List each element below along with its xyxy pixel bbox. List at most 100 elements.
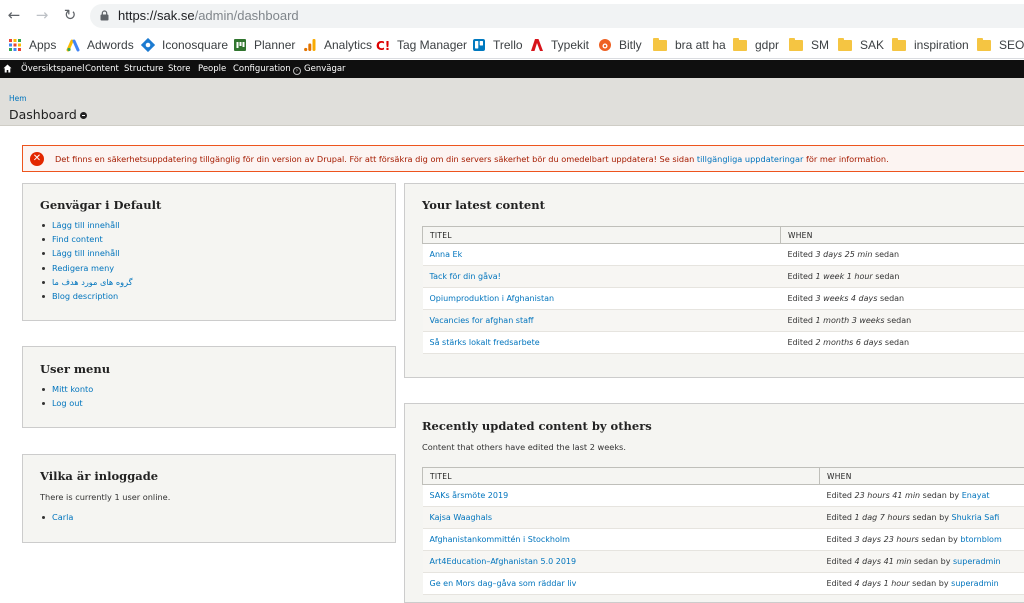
toolbar-structure[interactable]: Structure	[124, 64, 164, 74]
folder-icon	[653, 40, 667, 51]
security-alert: ✕ Det finns en säkerhetsuppdatering till…	[22, 145, 1024, 172]
typekit-icon	[530, 38, 544, 52]
reload-icon[interactable]: ↻	[61, 6, 79, 24]
back-arrow-icon[interactable]: ←	[5, 6, 23, 24]
error-icon: ✕	[30, 152, 44, 166]
my-account-link[interactable]: Mitt konto	[52, 384, 93, 398]
content-title-link[interactable]: Vacancies for afghan staff	[430, 316, 534, 325]
content-title-link[interactable]: Kajsa Waaghals	[430, 513, 493, 522]
edited-when: Edited 3 days 25 min sedan	[781, 244, 1024, 266]
bookmark-folder-sak[interactable]: SAK	[838, 37, 884, 53]
add-shortcut-icon[interactable]	[80, 112, 87, 119]
edited-when: Edited 4 days 1 hour sedan by superadmin	[820, 573, 1024, 595]
bookmark-tag-manager[interactable]: C! Tag Manager	[376, 37, 467, 53]
column-header-when: WHEN	[781, 227, 1024, 244]
editor-user-link[interactable]: superadmin	[951, 579, 999, 588]
available-updates-link[interactable]: tillgängliga uppdateringar	[697, 154, 803, 164]
bookmark-trello[interactable]: Trello	[472, 37, 523, 53]
folder-icon	[977, 40, 991, 51]
page-title: Dashboard	[9, 107, 77, 122]
edited-when: Edited 2 months 6 days sedan	[781, 332, 1024, 354]
bookmark-planner[interactable]: Planner	[233, 37, 295, 53]
content-title-link[interactable]: Anna Ek	[430, 250, 463, 259]
bookmark-folder-seo[interactable]: SEO	[977, 37, 1024, 53]
who-is-online-panel: Vilka är inloggade There is currently 1 …	[22, 454, 396, 543]
table-row: Opiumproduktion i Afghanistan Edited 3 w…	[423, 288, 1024, 310]
bookmark-folder-inspiration[interactable]: inspiration	[892, 37, 969, 53]
content-title-link[interactable]: Ge en Mors dag–gåva som räddar liv	[430, 579, 577, 588]
editor-user-link[interactable]: Shukria Safi	[952, 513, 1000, 522]
online-count-text: There is currently 1 user online.	[40, 492, 170, 502]
lock-icon	[100, 10, 109, 21]
edited-when: Edited 3 weeks 4 days sedan	[781, 288, 1024, 310]
editor-user-link[interactable]: Enayat	[962, 491, 990, 500]
user-menu-list: Mitt konto Log out	[52, 384, 93, 412]
bookmark-folder-sm[interactable]: SM	[789, 37, 829, 53]
shortcuts-toggle-icon: ›	[293, 67, 301, 75]
online-user-link[interactable]: Carla	[52, 512, 73, 526]
edited-when: Edited 1 week 1 hour sedan	[781, 266, 1024, 288]
page-header: Hem Dashboard	[0, 78, 1024, 126]
toolbar-dashboard[interactable]: Översiktspanel	[21, 64, 85, 74]
url-text[interactable]: https://sak.se/admin/dashboard	[118, 8, 299, 23]
shortcut-link[interactable]: Lägg till innehåll	[52, 220, 133, 234]
user-menu-title: User menu	[40, 362, 110, 376]
home-icon[interactable]	[3, 64, 12, 73]
alert-message: Det finns en säkerhetsuppdatering tillgä…	[55, 154, 889, 164]
shortcuts-list: Lägg till innehåll Find content Lägg til…	[52, 220, 133, 305]
bookmark-adwords[interactable]: Adwords	[66, 37, 134, 53]
toolbar-content[interactable]: Content	[85, 64, 119, 74]
bookmark-label: gdpr	[755, 38, 779, 52]
bookmark-label: Apps	[29, 38, 56, 52]
breadcrumb-home[interactable]: Hem	[9, 94, 27, 103]
shortcuts-label: Genvägar	[304, 64, 346, 74]
bookmark-analytics[interactable]: Analytics	[303, 37, 372, 53]
shortcut-link[interactable]: Lägg till innehåll	[52, 248, 133, 262]
toolbar-people[interactable]: People	[198, 64, 226, 74]
toolbar-shortcuts[interactable]: ›Genvägar	[293, 64, 346, 75]
bookmark-iconosquare[interactable]: Iconosquare	[141, 37, 228, 53]
bookmark-apps[interactable]: Apps	[8, 37, 56, 53]
edited-when: Edited 4 days 41 min sedan by superadmin	[820, 551, 1024, 573]
bookmark-label: bra att ha	[675, 38, 726, 52]
bookmark-label: Iconosquare	[162, 38, 228, 52]
content-title-link[interactable]: Så stärks lokalt fredsarbete	[430, 338, 540, 347]
shortcut-link[interactable]: گروه های مورد هدف ما	[52, 277, 133, 291]
log-out-link[interactable]: Log out	[52, 398, 93, 412]
bookmark-typekit[interactable]: Typekit	[530, 37, 589, 53]
shortcut-link[interactable]: Find content	[52, 234, 133, 248]
table-row: Vacancies for afghan staff Edited 1 mont…	[423, 310, 1024, 332]
latest-content-panel: Your latest content TITEL WHEN Anna Ek E…	[404, 183, 1024, 378]
forward-arrow-icon[interactable]: →	[33, 6, 51, 24]
toolbar-configuration[interactable]: Configuration	[233, 64, 291, 74]
user-menu-panel: User menu Mitt konto Log out	[22, 346, 396, 428]
bookmark-label: SM	[811, 38, 829, 52]
iconosquare-icon	[141, 38, 155, 52]
shortcuts-panel-title: Genvägar i Default	[40, 198, 161, 212]
toolbar-store[interactable]: Store	[168, 64, 190, 74]
content-title-link[interactable]: Tack för din gåva!	[430, 272, 501, 281]
content-title-link[interactable]: Afghanistankommittén i Stockholm	[430, 535, 570, 544]
content-title-link[interactable]: Opiumproduktion i Afghanistan	[430, 294, 555, 303]
bookmark-label: Tag Manager	[397, 38, 467, 52]
bookmark-label: Trello	[493, 38, 523, 52]
recent-content-description: Content that others have edited the last…	[422, 442, 626, 452]
bookmark-label: SEO	[999, 38, 1024, 52]
table-row: Art4Education–Afghanistan 5.0 2019 Edite…	[423, 551, 1024, 573]
table-row: SAKs årsmöte 2019 Edited 23 hours 41 min…	[423, 485, 1024, 507]
recent-content-panel: Recently updated content by others Conte…	[404, 403, 1024, 603]
bookmark-label: Bitly	[619, 38, 642, 52]
bookmark-folder-gdpr[interactable]: gdpr	[733, 37, 779, 53]
content-title-link[interactable]: Art4Education–Afghanistan 5.0 2019	[430, 557, 577, 566]
table-row: Anna Ek Edited 3 days 25 min sedan	[423, 244, 1024, 266]
shortcut-link[interactable]: Redigera meny	[52, 263, 133, 277]
url-host: https://sak.se	[118, 8, 195, 23]
bookmark-folder-bra-att-ha[interactable]: bra att ha	[653, 37, 726, 53]
bookmark-bitly[interactable]: Bitly	[598, 37, 642, 53]
editor-user-link[interactable]: superadmin	[953, 557, 1001, 566]
shortcut-link[interactable]: Blog description	[52, 291, 133, 305]
editor-user-link[interactable]: btornblom	[960, 535, 1001, 544]
bookmark-label: Adwords	[87, 38, 134, 52]
apps-grid-icon	[8, 38, 22, 52]
content-title-link[interactable]: SAKs årsmöte 2019	[430, 491, 509, 500]
